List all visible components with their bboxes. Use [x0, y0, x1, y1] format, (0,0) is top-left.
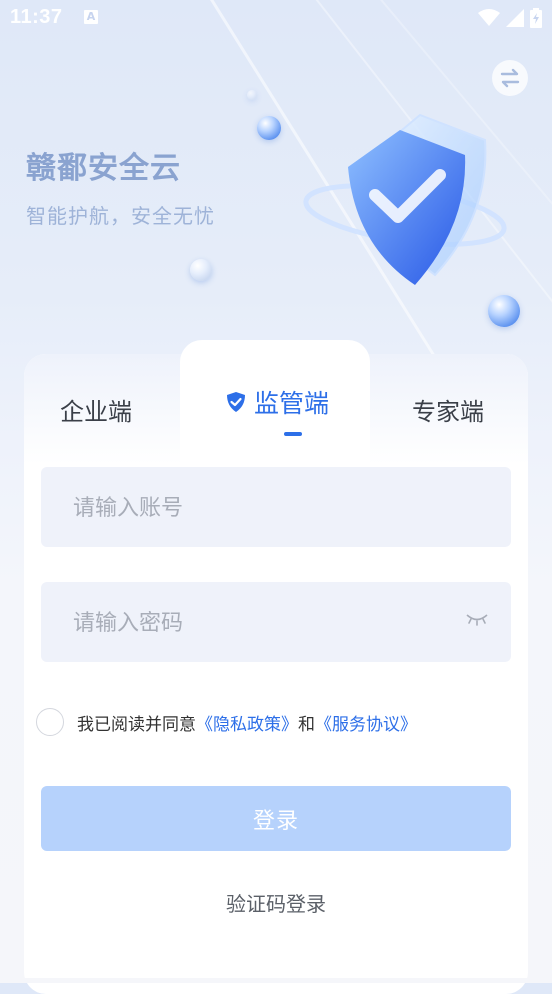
status-icons [478, 8, 542, 28]
shield-check-icon [227, 392, 245, 412]
agreement-and: 和 [298, 714, 315, 735]
tab-regulator[interactable]: 监管端 [226, 384, 329, 420]
decor-bubble [190, 259, 212, 281]
switch-button[interactable] [492, 60, 528, 96]
agree-checkbox[interactable] [36, 708, 64, 736]
privacy-policy-link[interactable]: 《隐私政策》 [196, 710, 298, 735]
swap-arrows-icon [500, 68, 520, 88]
signal-icon [506, 9, 524, 27]
tab-indicator [284, 432, 302, 436]
status-time: 11:37 [10, 6, 63, 28]
password-field[interactable] [41, 582, 511, 664]
battery-icon [530, 8, 542, 28]
tab-enterprise[interactable]: 企业端 [60, 392, 132, 427]
sms-login-link[interactable]: 验证码登录 [0, 888, 552, 917]
agreement-row: 我已阅读并同意 《隐私政策》 和 《服务协议》 [36, 708, 417, 736]
service-agreement-link[interactable]: 《服务协议》 [315, 710, 417, 735]
bottom-strip [0, 978, 552, 983]
app-subtitle: 智能护航，安全无忧 [26, 204, 215, 228]
eye-closed-icon[interactable] [465, 612, 489, 626]
app-title: 赣鄱安全云 [26, 151, 181, 186]
decor-bubble [257, 116, 281, 140]
status-badge: A [84, 10, 98, 24]
agreement-prefix: 我已阅读并同意 [77, 714, 196, 735]
account-input[interactable] [71, 467, 455, 549]
role-tab-bar: 企业端 监管端 专家端 [24, 340, 528, 464]
password-input[interactable] [71, 582, 455, 664]
status-bar: 11:37 A [0, 0, 552, 36]
account-field[interactable] [41, 467, 511, 549]
wifi-icon [478, 9, 500, 26]
decor-bubble [247, 90, 257, 100]
login-button[interactable]: 登录 [41, 786, 511, 851]
tab-expert[interactable]: 专家端 [412, 392, 484, 427]
shield-check-illustration-icon [303, 113, 507, 285]
tab-regulator-label: 监管端 [254, 389, 330, 418]
shield-illustration [300, 105, 510, 305]
